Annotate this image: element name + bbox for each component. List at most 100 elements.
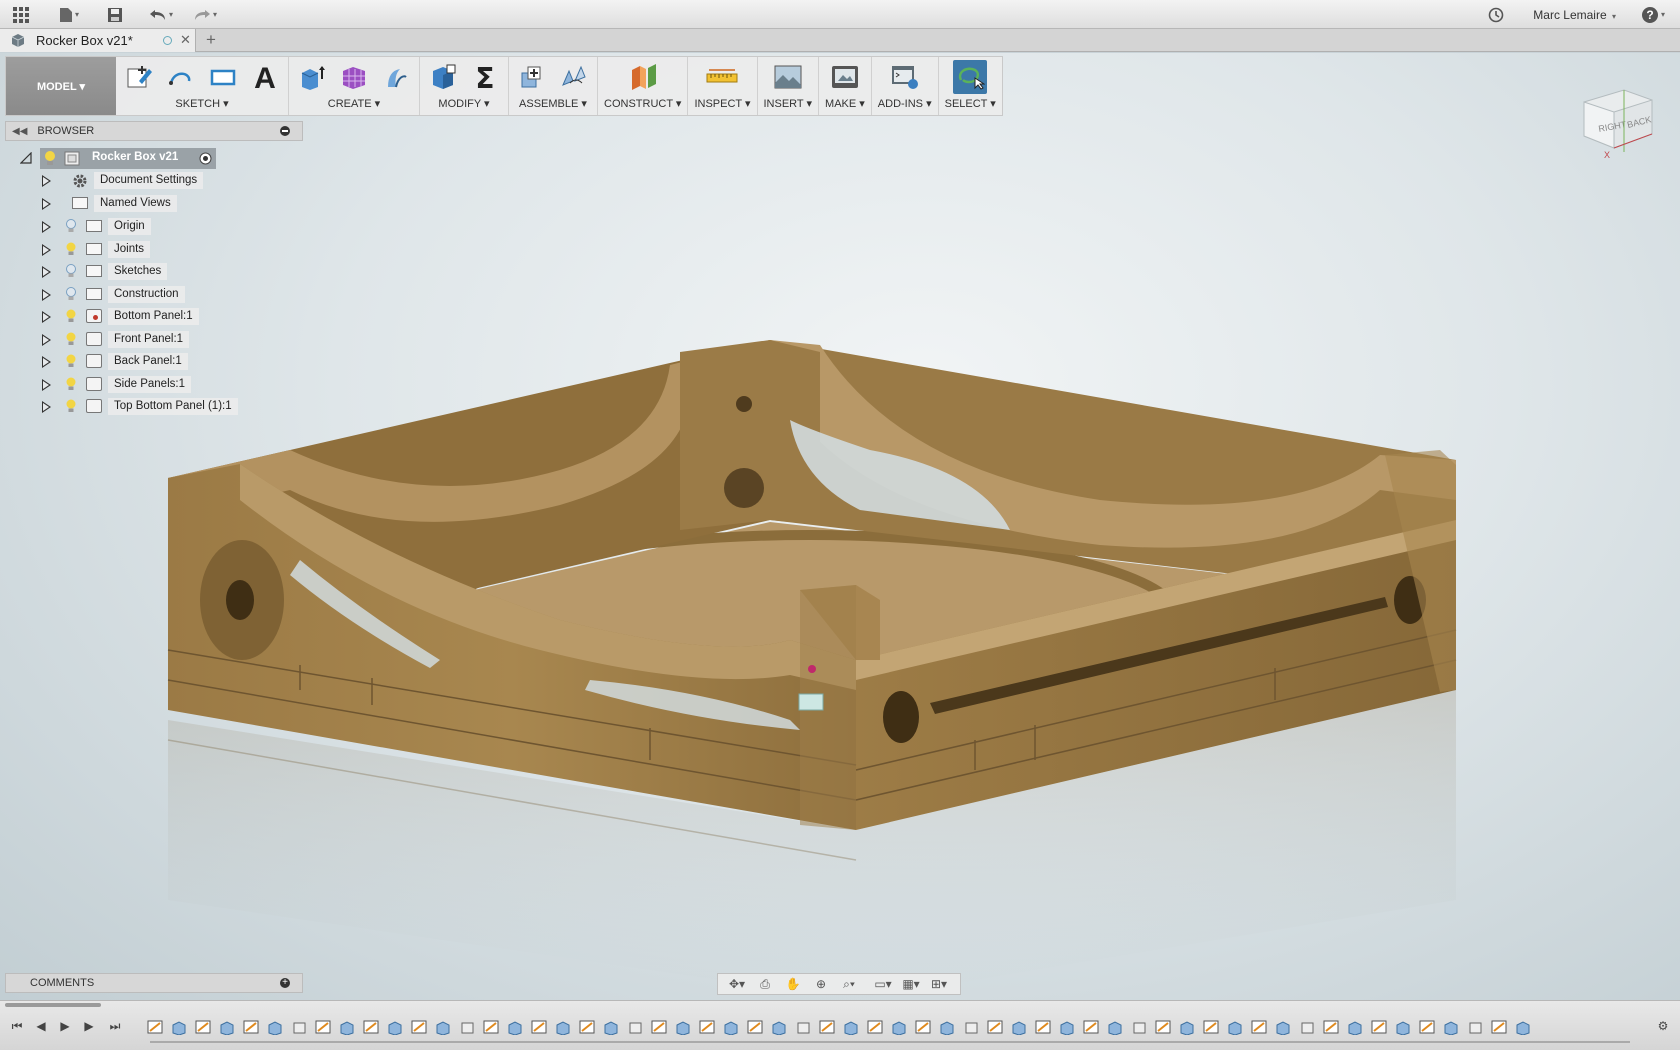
- visibility-bulb-icon[interactable]: [65, 399, 77, 413]
- insert-image-icon[interactable]: [771, 60, 805, 94]
- timeline-sketch-icon[interactable]: [1082, 1019, 1102, 1035]
- text-icon[interactable]: A: [248, 60, 282, 94]
- insert-menu[interactable]: INSERT ▾: [764, 97, 813, 113]
- go-to-end-icon[interactable]: ⏭: [108, 1019, 122, 1033]
- revolve-icon[interactable]: [379, 60, 413, 94]
- timeline-sketch-icon[interactable]: [1490, 1019, 1510, 1035]
- pan-icon[interactable]: ✋: [782, 976, 804, 992]
- assemble-menu[interactable]: ASSEMBLE ▾: [519, 97, 587, 113]
- help-icon[interactable]: ? ▾: [1638, 4, 1668, 25]
- timeline-sketch-icon[interactable]: [1322, 1019, 1342, 1035]
- timeline-extrude-icon[interactable]: [554, 1019, 574, 1036]
- timeline-body-icon[interactable]: [626, 1019, 646, 1035]
- timeline-extrude-icon[interactable]: [1106, 1019, 1126, 1036]
- grid-icon[interactable]: [10, 4, 32, 25]
- close-icon[interactable]: ✕: [180, 32, 191, 48]
- comments-panel[interactable]: COMMENTS +: [5, 973, 303, 993]
- redo-icon[interactable]: ▾: [188, 4, 222, 25]
- timeline-sketch-icon[interactable]: [698, 1019, 718, 1035]
- undo-icon[interactable]: ▾: [144, 4, 178, 25]
- joint-icon[interactable]: [557, 60, 591, 94]
- timeline-extrude-icon[interactable]: [890, 1019, 910, 1036]
- timeline-extrude-icon[interactable]: [1010, 1019, 1030, 1036]
- timeline-extrude-icon[interactable]: [602, 1019, 622, 1036]
- timeline-sketch-icon[interactable]: [1250, 1019, 1270, 1035]
- save-icon[interactable]: [104, 4, 126, 25]
- timeline-sketch-icon[interactable]: [986, 1019, 1006, 1035]
- timeline-body-icon[interactable]: [458, 1019, 478, 1035]
- timeline-sketch-icon[interactable]: [578, 1019, 598, 1035]
- timeline-sketch-icon[interactable]: [362, 1019, 382, 1035]
- timeline-extrude-icon[interactable]: [338, 1019, 358, 1036]
- orbit-icon[interactable]: ✥▾: [726, 976, 748, 992]
- expand-triangle-icon[interactable]: [42, 356, 51, 368]
- timeline-sketch-icon[interactable]: [482, 1019, 502, 1035]
- expand-triangle-icon[interactable]: [42, 198, 51, 210]
- new-component-icon[interactable]: [515, 60, 549, 94]
- timeline-extrude-icon[interactable]: [1514, 1019, 1534, 1036]
- tree-item-back-panel[interactable]: Back Panel:1: [16, 351, 296, 372]
- user-menu[interactable]: Marc Lemaire ▾: [1533, 8, 1616, 22]
- timeline-sketch-icon[interactable]: [914, 1019, 934, 1035]
- timeline-body-icon[interactable]: [1130, 1019, 1150, 1035]
- timeline-extrude-icon[interactable]: [1058, 1019, 1078, 1036]
- timeline-extrude-icon[interactable]: [1346, 1019, 1366, 1036]
- timeline-sketch-icon[interactable]: [146, 1019, 166, 1035]
- tree-item-construction[interactable]: Construction: [16, 284, 296, 305]
- timeline-extrude-icon[interactable]: [938, 1019, 958, 1036]
- tree-item-side-panels[interactable]: Side Panels:1: [16, 374, 296, 395]
- visibility-bulb-icon[interactable]: [44, 151, 56, 166]
- browser-root[interactable]: Rocker Box v21: [16, 148, 296, 169]
- viewports-icon[interactable]: ⊞▾: [928, 976, 950, 992]
- expand-triangle-icon[interactable]: [42, 266, 51, 278]
- visibility-bulb-off-icon[interactable]: [65, 264, 77, 278]
- 3d-print-icon[interactable]: [828, 60, 862, 94]
- measure-icon[interactable]: [705, 60, 739, 94]
- expand-triangle-icon[interactable]: [42, 289, 51, 301]
- tree-item-top-bottom-panel[interactable]: Top Bottom Panel (1):1: [16, 396, 296, 417]
- timeline-extrude-icon[interactable]: [722, 1019, 742, 1036]
- tree-item-named-views[interactable]: Named Views: [16, 193, 296, 214]
- timeline-extrude-icon[interactable]: [1178, 1019, 1198, 1036]
- form-icon[interactable]: [337, 60, 371, 94]
- timeline-body-icon[interactable]: [290, 1019, 310, 1035]
- timeline-sketch-icon[interactable]: [1154, 1019, 1174, 1035]
- timeline-extrude-icon[interactable]: [170, 1019, 190, 1036]
- timeline-sketch-icon[interactable]: [866, 1019, 886, 1035]
- timeline-sketch-icon[interactable]: [1202, 1019, 1222, 1035]
- minimize-icon[interactable]: [280, 126, 290, 136]
- visibility-bulb-icon[interactable]: [65, 354, 77, 368]
- modify-menu[interactable]: MODIFY ▾: [438, 97, 489, 113]
- grid-settings-icon[interactable]: ▦▾: [900, 976, 922, 992]
- timeline-body-icon[interactable]: [962, 1019, 982, 1035]
- workspace-switcher[interactable]: MODEL ▾: [6, 57, 116, 115]
- inspect-menu[interactable]: INSPECT ▾: [694, 97, 750, 113]
- timeline-body-icon[interactable]: [1466, 1019, 1486, 1035]
- timeline-extrude-icon[interactable]: [770, 1019, 790, 1036]
- timeline-extrude-icon[interactable]: [506, 1019, 526, 1036]
- clock-icon[interactable]: [1485, 4, 1507, 25]
- timeline-extrude-icon[interactable]: [842, 1019, 862, 1036]
- visibility-bulb-icon[interactable]: [65, 332, 77, 346]
- extrude-icon[interactable]: [295, 60, 329, 94]
- select-lasso-icon[interactable]: [953, 60, 988, 94]
- browser-header[interactable]: ◀◀ BROWSER: [5, 121, 303, 141]
- timeline-body-icon[interactable]: [794, 1019, 814, 1035]
- tree-item-front-panel[interactable]: Front Panel:1: [16, 329, 296, 350]
- zoom-icon[interactable]: ⊕: [810, 976, 832, 992]
- tree-item-origin[interactable]: Origin: [16, 216, 296, 237]
- step-forward-icon[interactable]: ▶: [82, 1019, 96, 1033]
- rectangle-icon[interactable]: [206, 60, 240, 94]
- timeline-sketch-icon[interactable]: [1370, 1019, 1390, 1035]
- document-tab[interactable]: Rocker Box v21* ✕: [0, 29, 196, 52]
- timeline-extrude-icon[interactable]: [1394, 1019, 1414, 1036]
- create-menu[interactable]: CREATE ▾: [328, 97, 380, 113]
- new-tab-button[interactable]: +: [206, 30, 216, 50]
- timeline-sketch-icon[interactable]: [194, 1019, 214, 1035]
- collapse-browser-icon[interactable]: ◀◀: [12, 126, 27, 137]
- expand-triangle-icon[interactable]: [42, 221, 51, 233]
- timeline-body-icon[interactable]: [1298, 1019, 1318, 1035]
- select-menu[interactable]: SELECT ▾: [945, 97, 996, 113]
- timeline-sketch-icon[interactable]: [746, 1019, 766, 1035]
- press-pull-icon[interactable]: [426, 60, 460, 94]
